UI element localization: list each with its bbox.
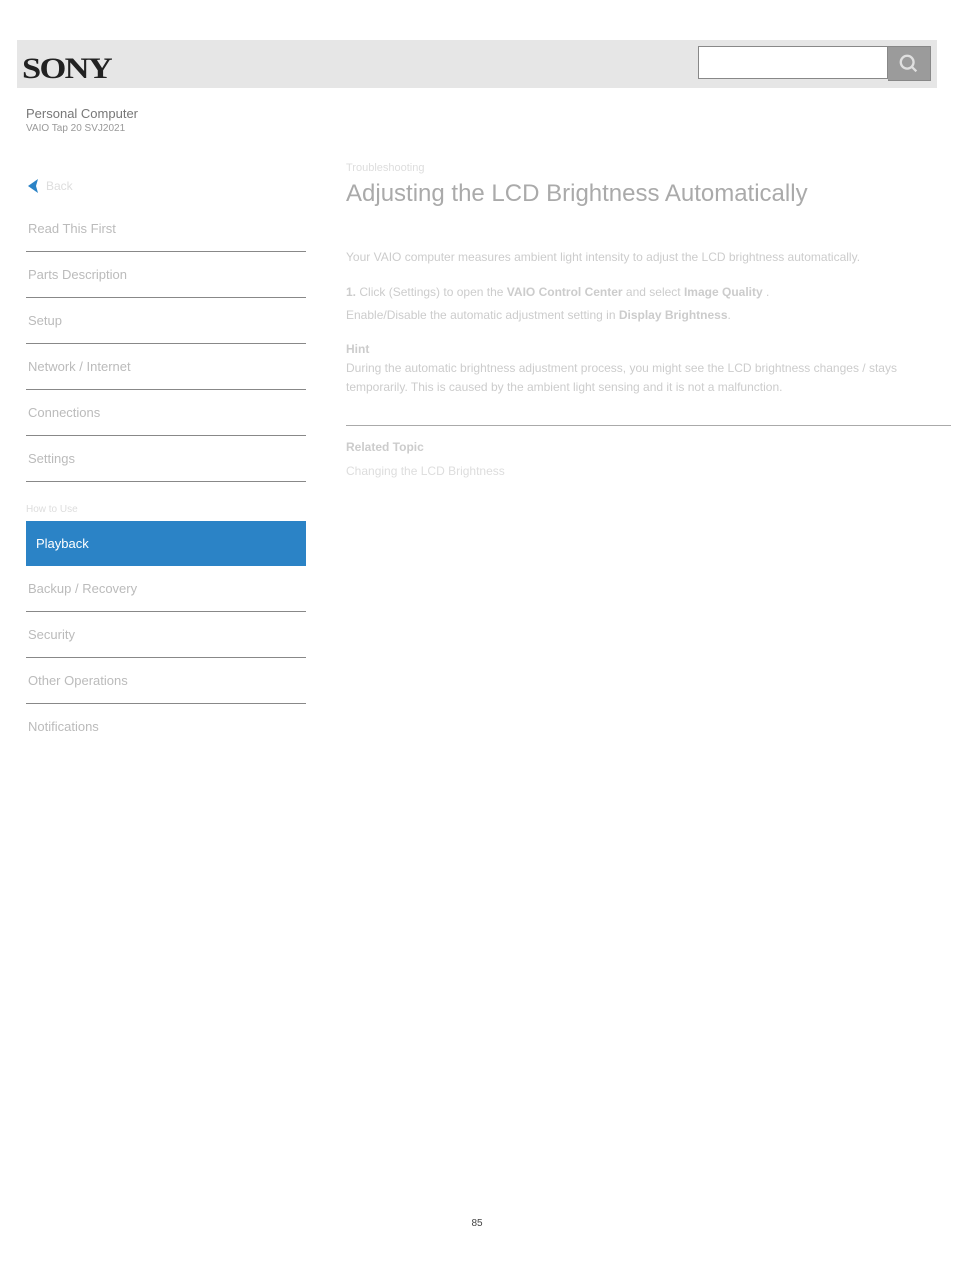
sidebar-item-notifications[interactable]: Notifications xyxy=(26,704,306,749)
page-title: Adjusting the LCD Brightness Automatical… xyxy=(346,180,951,208)
related-topic-label: Related Topic xyxy=(346,425,951,454)
search-icon xyxy=(898,53,920,75)
sidebar-item-backup-recovery[interactable]: Backup / Recovery xyxy=(26,566,306,612)
product-name: Personal Computer xyxy=(26,106,924,121)
back-label: Back xyxy=(46,179,73,193)
brand-logo: SONY xyxy=(22,52,111,86)
main-content: Troubleshooting Adjusting the LCD Bright… xyxy=(346,162,951,478)
sidebar-btn-playback[interactable]: Playback xyxy=(26,521,306,566)
search-box xyxy=(698,46,931,81)
step-text-4: . xyxy=(766,285,769,299)
related-topic-link[interactable]: Changing the LCD Brightness xyxy=(346,464,951,478)
step-text-2: to open the xyxy=(443,285,506,299)
sidebar-item-network-internet[interactable]: Network / Internet xyxy=(26,344,306,390)
sidebar: Back Read This First Parts Description S… xyxy=(26,166,306,749)
sidebar-item-setup[interactable]: Setup xyxy=(26,298,306,344)
search-button[interactable] xyxy=(888,46,931,81)
settings-charm-icon: (Settings) xyxy=(389,285,440,299)
display-brightness: Display Brightness xyxy=(619,308,728,322)
step-text-3: and select xyxy=(626,285,684,299)
model-name: VAIO Tap 20 SVJ2021 xyxy=(26,123,924,134)
step-text-1: Click xyxy=(359,285,388,299)
chevron-right-icon xyxy=(26,179,40,193)
sidebar-item-settings[interactable]: Settings xyxy=(26,436,306,482)
intro-paragraph: Your VAIO computer measures ambient ligh… xyxy=(346,248,951,267)
search-input[interactable] xyxy=(698,46,888,79)
breadcrumb[interactable]: Troubleshooting xyxy=(346,162,951,174)
sidebar-item-read-this-first[interactable]: Read This First xyxy=(26,206,306,252)
header: SONY xyxy=(17,40,937,88)
sidebar-item-parts-description[interactable]: Parts Description xyxy=(26,252,306,298)
sidebar-item-other-operations[interactable]: Other Operations xyxy=(26,658,306,704)
sidebar-item-security[interactable]: Security xyxy=(26,612,306,658)
hint-label: Hint xyxy=(346,340,951,359)
image-quality: Image Quality xyxy=(684,285,763,299)
hint-text: During the automatic brightness adjustme… xyxy=(346,359,951,397)
back-chevron[interactable]: Back xyxy=(26,166,306,206)
sidebar-section-title: How to Use xyxy=(26,504,306,515)
step-number: 1. xyxy=(346,285,356,299)
page-number: 85 xyxy=(0,1218,954,1229)
step-1: 1. Click (Settings) to open the VAIO Con… xyxy=(346,283,951,302)
sidebar-item-connections[interactable]: Connections xyxy=(26,390,306,436)
vaio-control-center: VAIO Control Center xyxy=(507,285,623,299)
enable-disable-line: Enable/Disable the automatic adjustment … xyxy=(346,306,951,325)
enable-disable-text: Enable/Disable the automatic adjustment … xyxy=(346,308,619,322)
